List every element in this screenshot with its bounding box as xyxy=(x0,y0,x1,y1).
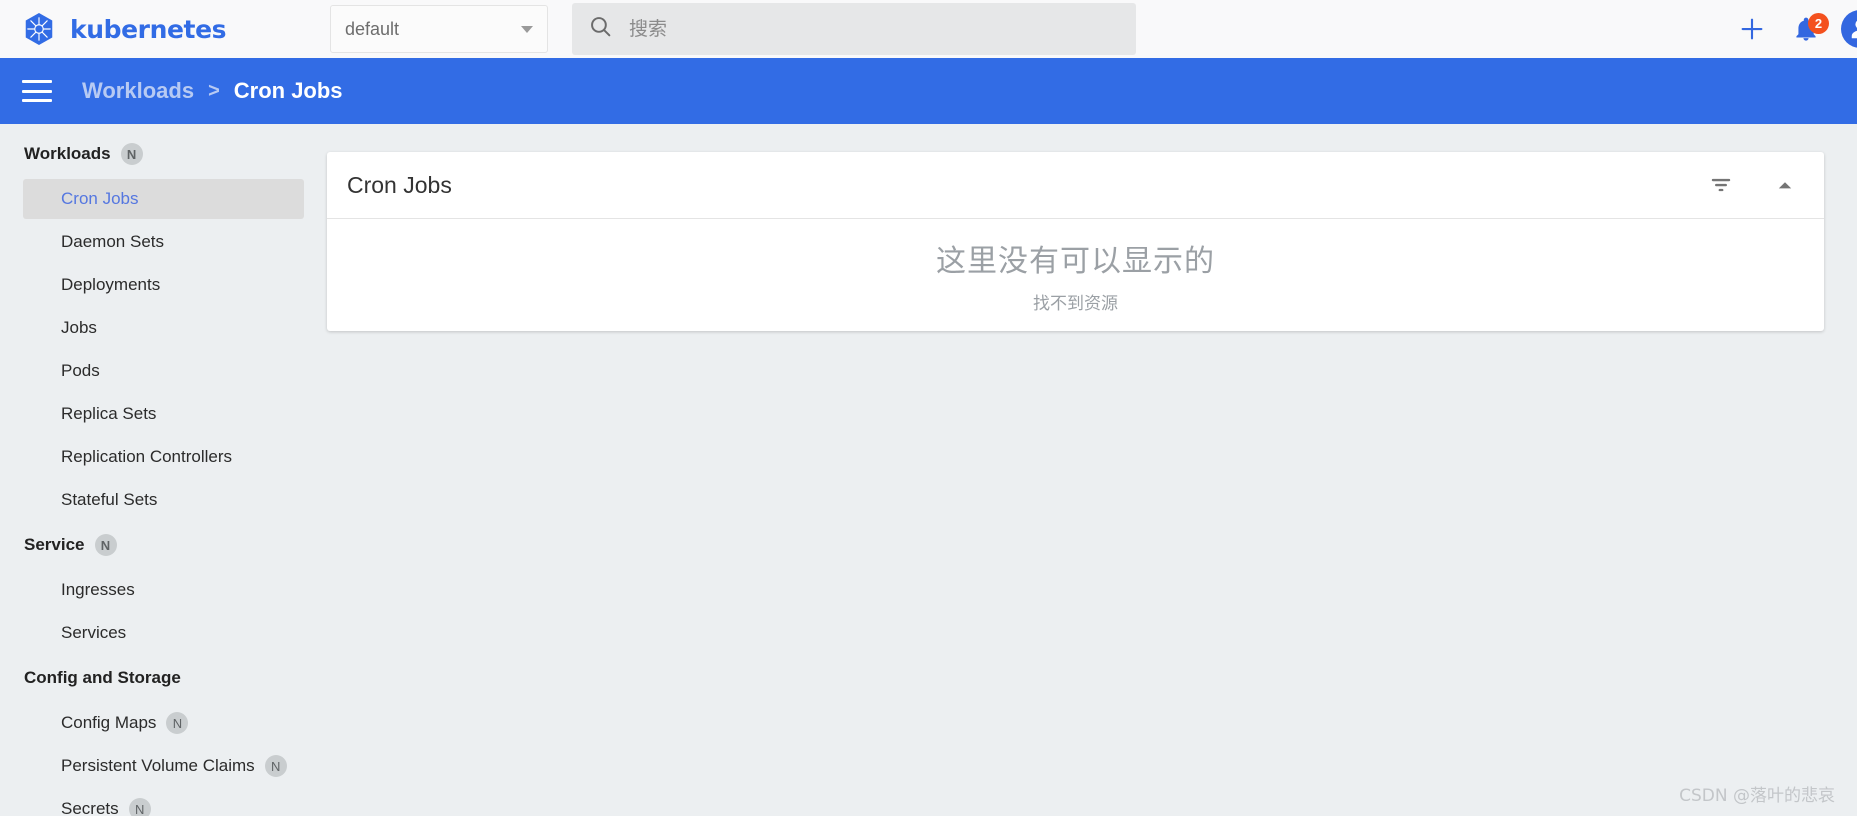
sidebar-group-label: Service xyxy=(24,535,85,554)
sidebar-item-stateful-sets[interactable]: Stateful Sets xyxy=(23,480,304,520)
sidebar-item-ingresses[interactable]: Ingresses xyxy=(23,570,304,610)
namespace-selector[interactable]: default xyxy=(330,5,548,53)
watermark: CSDN @落叶的悲哀 xyxy=(1679,786,1835,806)
sidebar-item-jobs[interactable]: Jobs xyxy=(23,308,304,348)
sidebar-item-label: Replication Controllers xyxy=(61,447,233,466)
namespaced-badge: N xyxy=(94,534,117,556)
sidebar-group-label: Config and Storage xyxy=(24,668,181,687)
create-resource-button[interactable] xyxy=(1725,2,1779,56)
sidebar-item-label: Services xyxy=(61,623,127,642)
main-content: Cron Jobs 这里没有可以显示的 找不到资源 xyxy=(327,124,1857,816)
sidebar-navigation: Workloads N Cron Jobs Daemon Sets Deployment… xyxy=(0,124,327,816)
search-icon xyxy=(588,14,613,44)
breadcrumb-bar: Workloads > Cron Jobs xyxy=(0,58,1857,124)
sidebar-item-secrets[interactable]: Secrets N xyxy=(23,789,304,816)
card-actions xyxy=(1704,168,1802,202)
sidebar-item-pods[interactable]: Pods xyxy=(23,351,304,391)
kubernetes-helm-logo-icon xyxy=(22,12,56,46)
namespaced-badge: N xyxy=(166,712,189,734)
card-header: Cron Jobs xyxy=(327,152,1824,219)
brand-logo-area[interactable]: kubernetes xyxy=(0,12,330,46)
brand-name: kubernetes xyxy=(70,14,227,44)
notifications-button[interactable]: 2 xyxy=(1779,2,1833,56)
sidebar-item-label: Config Maps xyxy=(61,713,157,732)
empty-state-subtitle: 找不到资源 xyxy=(1033,294,1118,314)
top-bar: kubernetes default 2 xyxy=(0,0,1857,58)
sidebar-item-deployments[interactable]: Deployments xyxy=(23,265,304,305)
notifications-badge: 2 xyxy=(1808,13,1829,34)
sidebar-item-label: Cron Jobs xyxy=(61,189,139,208)
sidebar-group-label: Workloads xyxy=(24,144,111,163)
breadcrumb-parent[interactable]: Workloads xyxy=(82,78,194,104)
breadcrumb-current: Cron Jobs xyxy=(233,78,343,103)
card-title: Cron Jobs xyxy=(347,171,452,198)
sidebar-item-label: Secrets xyxy=(61,799,119,816)
search-box[interactable] xyxy=(572,3,1136,55)
chevron-down-icon xyxy=(521,25,533,33)
sidebar-item-replication-controllers[interactable]: Replication Controllers xyxy=(23,437,304,477)
namespaced-badge: N xyxy=(128,798,151,816)
sidebar-group-title: Config and Storage xyxy=(0,656,327,700)
empty-state: 这里没有可以显示的 找不到资源 xyxy=(327,219,1824,331)
sidebar-item-label: Ingresses xyxy=(61,580,135,599)
sidebar-item-services[interactable]: Services xyxy=(23,613,304,653)
chevron-up-icon[interactable] xyxy=(1768,168,1802,202)
namespaced-badge: N xyxy=(264,755,287,777)
topbar-actions: 2 xyxy=(1725,0,1857,58)
cron-jobs-card: Cron Jobs 这里没有可以显示的 找不到资源 xyxy=(327,152,1824,331)
sidebar-group-title: Service N xyxy=(0,523,327,567)
sidebar-item-label: Jobs xyxy=(61,318,97,337)
sidebar-item-label: Persistent Volume Claims xyxy=(61,756,255,775)
namespace-selected-value: default xyxy=(345,18,400,39)
account-avatar-button[interactable] xyxy=(1833,2,1857,56)
sidebar-item-label: Pods xyxy=(61,361,100,380)
empty-state-title: 这里没有可以显示的 xyxy=(936,244,1215,279)
sidebar-group-title: Workloads N xyxy=(0,132,327,176)
sidebar-item-label: Deployments xyxy=(61,275,161,294)
filter-list-icon[interactable] xyxy=(1704,168,1738,202)
sidebar-item-label: Stateful Sets xyxy=(61,490,158,509)
sidebar-item-label: Replica Sets xyxy=(61,404,157,423)
sidebar-item-daemon-sets[interactable]: Daemon Sets xyxy=(23,222,304,262)
account-circle-icon xyxy=(1841,10,1857,48)
breadcrumb-separator-icon: > xyxy=(208,79,220,102)
hamburger-menu-icon[interactable] xyxy=(22,80,52,102)
search-input[interactable] xyxy=(629,18,1120,40)
sidebar-item-config-maps[interactable]: Config Maps N xyxy=(23,703,304,743)
sidebar-item-label: Daemon Sets xyxy=(61,232,164,251)
sidebar-item-replica-sets[interactable]: Replica Sets xyxy=(23,394,304,434)
sidebar-item-cron-jobs[interactable]: Cron Jobs xyxy=(23,179,304,219)
namespaced-badge: N xyxy=(120,143,143,165)
sidebar-item-persistent-volume-claims[interactable]: Persistent Volume Claims N xyxy=(23,746,304,786)
